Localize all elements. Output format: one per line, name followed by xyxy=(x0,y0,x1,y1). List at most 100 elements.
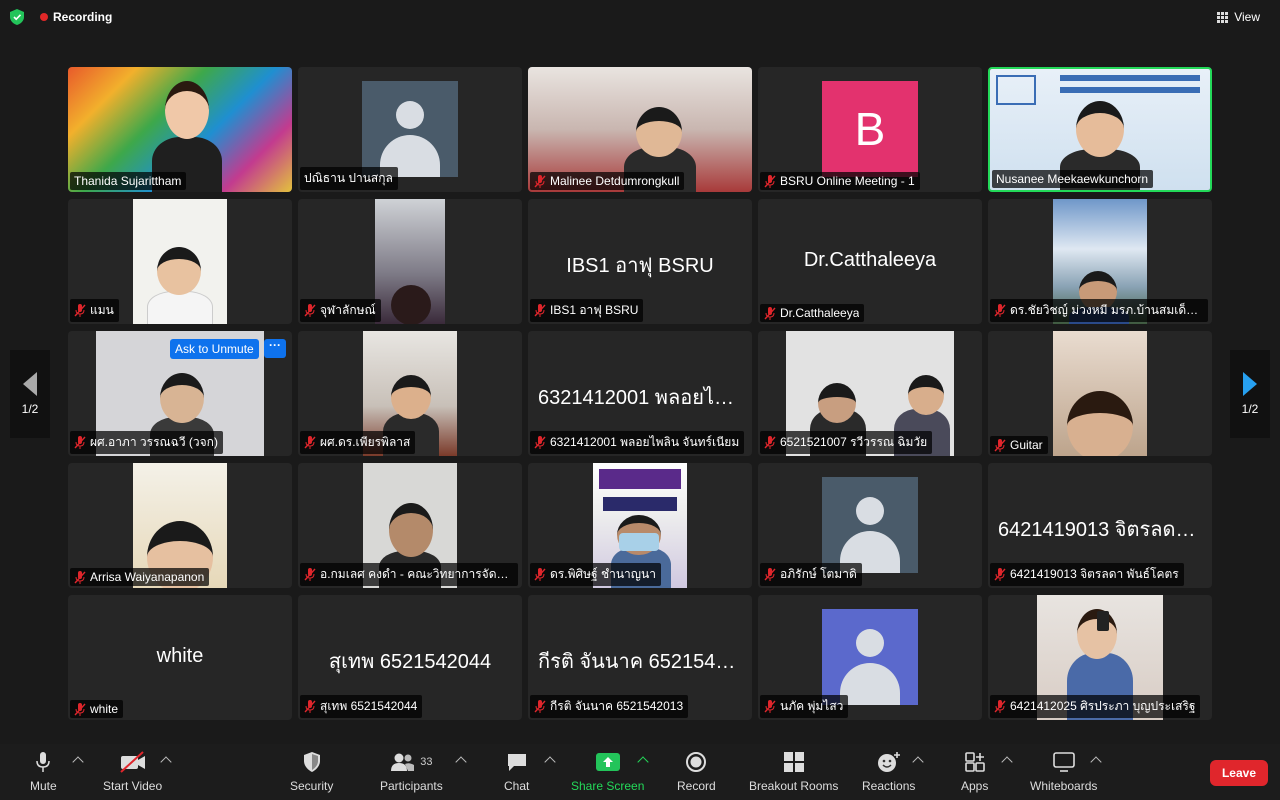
avatar-placeholder xyxy=(362,81,458,177)
breakout-rooms-icon xyxy=(783,752,804,772)
participant-name-tag: 6421412025 ศิรประภา บุญประเสริฐ xyxy=(990,695,1201,718)
participant-tile[interactable]: อภิรักษ์ โตมาดิ xyxy=(758,463,982,588)
participant-tile[interactable]: Ask to Unmute ··· ผศ.อาภา วรรณฉวี (วจก) xyxy=(68,331,292,456)
share-screen-button[interactable]: Share Screen xyxy=(571,750,644,793)
mute-button[interactable]: Mute xyxy=(30,750,57,793)
participant-tile[interactable]: แมน xyxy=(68,199,292,324)
mic-muted-icon xyxy=(304,568,316,581)
mic-muted-icon xyxy=(764,436,776,449)
chat-label: Chat xyxy=(504,779,530,793)
participant-tile[interactable]: 6421419013 จิตรลดา พันธ์โคตร 6421419013 … xyxy=(988,463,1212,588)
participant-tile[interactable]: B BSRU Online Meeting - 1 xyxy=(758,67,982,192)
participant-name: Malinee Detdumrongkull xyxy=(550,174,680,188)
recording-indicator[interactable]: Recording xyxy=(40,10,112,24)
participant-video xyxy=(375,199,445,324)
participants-count: 33 xyxy=(420,756,433,768)
participant-name-tag: 6421419013 จิตรลดา พันธ์โคตร xyxy=(990,563,1184,586)
mute-options-chevron-icon[interactable] xyxy=(72,756,84,768)
participant-name-tag: สุเทพ 6521542044 xyxy=(300,695,423,718)
previous-page-button[interactable]: 1/2 xyxy=(10,350,50,438)
participant-display-name: 6321412001 พลอยไพลิน xyxy=(538,387,752,409)
participant-name: อ.กมเลศ คงดำ - คณะวิทยาการจัดการ xyxy=(320,567,513,581)
participant-tile-active-speaker[interactable]: Nusanee Meekaewkunchorn xyxy=(988,67,1212,192)
mic-muted-icon xyxy=(74,304,86,317)
security-shield-icon[interactable] xyxy=(10,9,24,25)
participant-name: Dr.Catthaleeya xyxy=(780,306,860,320)
view-label: View xyxy=(1234,10,1260,24)
participant-tile[interactable]: 6521521007 รวีวรรณ ฉิมวัย xyxy=(758,331,982,456)
start-video-button[interactable]: Start Video xyxy=(103,750,162,793)
participant-name-tag: 6521521007 รวีวรรณ ฉิมวัย xyxy=(760,431,933,454)
participant-tile[interactable]: กีรติ จันนาค 6521542013 กีรติ จันนาค 652… xyxy=(528,595,752,720)
video-off-icon xyxy=(119,751,145,773)
participants-options-chevron-icon[interactable] xyxy=(455,756,467,768)
participant-tile[interactable]: นภัค พุ่มไสว xyxy=(758,595,982,720)
chat-button[interactable]: Chat xyxy=(504,750,529,793)
leave-button[interactable]: Leave xyxy=(1209,760,1268,786)
participant-tile[interactable]: Dr.Catthaleeya Dr.Catthaleeya xyxy=(758,199,982,324)
mic-muted-icon xyxy=(74,570,86,584)
apps-options-chevron-icon[interactable] xyxy=(1001,756,1013,768)
record-button[interactable]: Record xyxy=(677,750,716,793)
arrow-right-icon xyxy=(1243,372,1257,396)
participant-name: จุฬาลักษณ์ xyxy=(320,303,376,317)
view-button[interactable]: View xyxy=(1211,8,1266,26)
participant-name: Arrisa Waiyanapanon xyxy=(90,570,205,584)
recording-dot-icon xyxy=(40,13,48,21)
participant-tile[interactable]: Malinee Detdumrongkull xyxy=(528,67,752,192)
participants-label: Participants xyxy=(380,779,443,793)
more-options-button[interactable]: ··· xyxy=(264,339,286,358)
mic-muted-icon xyxy=(994,304,1006,317)
participant-name-tag: Malinee Detdumrongkull xyxy=(530,172,685,190)
participant-video xyxy=(133,199,227,324)
participant-tile[interactable]: ผศ.ดร.เพียรพิลาส xyxy=(298,331,522,456)
participant-name: Guitar xyxy=(1010,438,1043,452)
participant-display-name: Dr.Catthaleeya xyxy=(803,249,937,271)
participant-name: สุเทพ 6521542044 xyxy=(320,699,418,713)
participant-tile[interactable]: white white xyxy=(68,595,292,720)
mic-muted-icon xyxy=(304,700,316,713)
mic-muted-icon xyxy=(764,174,776,188)
participant-name: Thanida Sujarittham xyxy=(74,174,182,188)
participant-name-tag: อภิรักษ์ โตมาดิ xyxy=(760,563,862,586)
participant-display-name: 6421419013 จิตรลดา พันธ์โคตร xyxy=(998,519,1212,541)
ask-to-unmute-button[interactable]: Ask to Unmute xyxy=(170,339,259,359)
participant-tile[interactable]: 6321412001 พลอยไพลิน 6321412001 พลอยไพลิ… xyxy=(528,331,752,456)
participant-initial-avatar: B xyxy=(822,81,918,177)
meeting-toolbar: Mute Start Video Security 33 Participant… xyxy=(0,744,1280,800)
apps-button[interactable]: Apps xyxy=(961,750,988,793)
participant-tile[interactable]: ดร.ชัยวิชญ์ ม่วงหมี มรภ.บ้านสมเด็จเจ้าพร… xyxy=(988,199,1212,324)
chat-options-chevron-icon[interactable] xyxy=(544,756,556,768)
participant-name: 6421419013 จิตรลดา พันธ์โคตร xyxy=(1010,567,1179,581)
participant-tile[interactable]: Guitar xyxy=(988,331,1212,456)
participant-tile[interactable]: จุฬาลักษณ์ xyxy=(298,199,522,324)
mic-muted-icon xyxy=(534,436,546,449)
mic-muted-icon xyxy=(764,700,776,713)
participant-name: ดร.ชัยวิชญ์ ม่วงหมี มรภ.บ้านสมเด็จเจ้าพร… xyxy=(1010,303,1203,317)
participant-name-tag: ผศ.ดร.เพียรพิลาส xyxy=(300,431,416,454)
reactions-smiley-icon xyxy=(877,752,900,772)
security-label: Security xyxy=(290,779,334,793)
whiteboards-button[interactable]: Whiteboards xyxy=(1030,750,1097,793)
participant-tile[interactable]: ดร.พิศิษฐ์ ชำนาญนา xyxy=(528,463,752,588)
mic-muted-icon xyxy=(764,306,776,320)
participant-tile[interactable]: อ.กมเลศ คงดำ - คณะวิทยาการจัดการ xyxy=(298,463,522,588)
participant-tile[interactable]: IBS1 อาฟุ BSRU IBS1 อาฟุ BSRU xyxy=(528,199,752,324)
mic-muted-icon xyxy=(304,304,316,317)
participant-name-tag: จุฬาลักษณ์ xyxy=(300,299,381,322)
reactions-button[interactable]: Reactions xyxy=(862,750,915,793)
next-page-button[interactable]: 1/2 xyxy=(1230,350,1270,438)
participant-tile[interactable]: Arrisa Waiyanapanon xyxy=(68,463,292,588)
participant-name-tag: Arrisa Waiyanapanon xyxy=(70,568,210,586)
participant-name-tag: นภัค พุ่มไสว xyxy=(760,695,849,718)
participant-tile[interactable]: 6421412025 ศิรประภา บุญประเสริฐ xyxy=(988,595,1212,720)
mic-muted-icon xyxy=(74,436,86,449)
participant-name-tag: ผศ.อาภา วรรณฉวี (วจก) xyxy=(70,431,223,454)
security-button[interactable]: Security xyxy=(290,750,333,793)
avatar-placeholder xyxy=(822,477,918,573)
participant-tile[interactable]: สุเทพ 6521542044 สุเทพ 6521542044 xyxy=(298,595,522,720)
breakout-rooms-button[interactable]: Breakout Rooms xyxy=(749,750,838,793)
participant-tile[interactable]: Thanida Sujarittham xyxy=(68,67,292,192)
participant-tile[interactable]: ปณิธาน ปานสกุล xyxy=(298,67,522,192)
participants-button[interactable]: 33 Participants xyxy=(380,750,443,793)
